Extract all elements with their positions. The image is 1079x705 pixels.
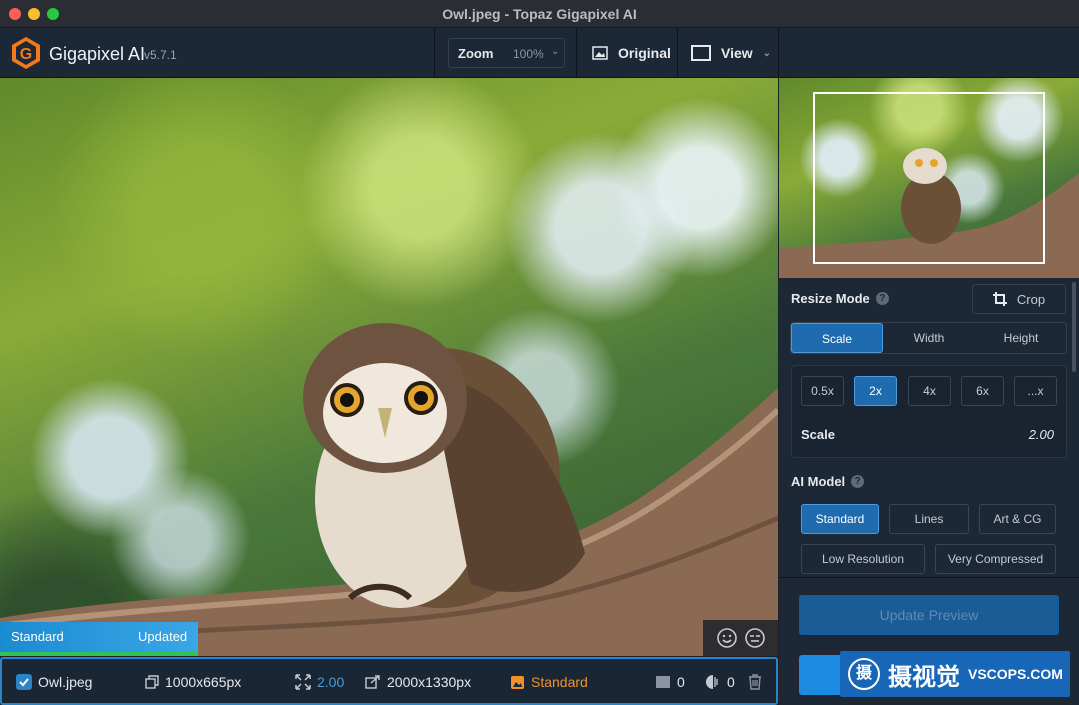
resize-mode-label: Resize Mode: [791, 291, 870, 306]
tab-height[interactable]: Height: [975, 323, 1067, 353]
resize-mode-heading: Resize Mode ?: [791, 291, 889, 306]
smile-face-icon[interactable]: [716, 627, 738, 649]
watermark-logo: 摄: [848, 658, 880, 690]
crop-label: Crop: [1016, 291, 1046, 307]
panel-scrollbar[interactable]: [1072, 282, 1076, 372]
help-icon[interactable]: ?: [875, 292, 889, 305]
app-name: Gigapixel AI: [49, 44, 146, 64]
input-size: 1000x665px: [145, 674, 241, 690]
file-name: Owl.jpeg: [38, 674, 93, 690]
model-badge-label: Standard: [11, 629, 64, 644]
trash-icon: [749, 674, 761, 690]
input-dimensions-icon: [145, 675, 159, 689]
input-size-value: 1000x665px: [165, 674, 242, 690]
toolbar-divider: [778, 28, 779, 78]
toolbar-divider: [677, 28, 678, 78]
preview-status-badge: Standard Updated: [0, 622, 198, 656]
view-button[interactable]: View ⌄: [691, 42, 771, 64]
crop-button[interactable]: Crop: [972, 284, 1066, 314]
file-checkbox[interactable]: [16, 674, 32, 690]
scale-label: Scale: [801, 427, 835, 442]
model-low-resolution-button[interactable]: Low Resolution: [801, 544, 925, 574]
model-image-icon: [511, 675, 524, 689]
viewport-frame[interactable]: [813, 92, 1045, 264]
zoom-select[interactable]: Zoom 100% ⌄: [448, 38, 565, 68]
delete-button[interactable]: [748, 674, 762, 690]
scale-value-input[interactable]: 2.00: [1029, 427, 1054, 442]
single-view-icon: [691, 45, 711, 61]
tab-width[interactable]: Width: [883, 323, 975, 353]
noise-value: 0: [677, 674, 685, 690]
toolbar-divider: [434, 28, 435, 78]
tab-scale[interactable]: Scale: [791, 323, 883, 353]
scale-0-5x-button[interactable]: 0.5x: [801, 376, 844, 406]
noise-info: 0: [655, 674, 685, 690]
app-header: G Gigapixel AI v5.7.1 Zoom 100% ⌄ Origin…: [0, 28, 1079, 78]
svg-text:G: G: [20, 46, 32, 63]
blur-value: 0: [727, 674, 735, 690]
scale-custom-button[interactable]: ...x: [1014, 376, 1057, 406]
help-icon[interactable]: ?: [851, 475, 865, 488]
view-label: View: [721, 45, 753, 61]
app-version: v5.7.1: [144, 48, 177, 62]
preview-canvas[interactable]: [0, 78, 778, 656]
settings-panel: Resize Mode ? Crop Scale Width Height 0.…: [779, 278, 1079, 705]
face-toolbar: [703, 620, 778, 656]
output-size: 2000x1330px: [365, 674, 471, 690]
toolbar-divider: [576, 28, 577, 78]
ai-model-heading: AI Model ?: [791, 474, 865, 489]
zoom-label: Zoom: [458, 46, 494, 61]
noise-icon: [656, 676, 670, 688]
progress-indicator: [0, 652, 198, 656]
model-value: Standard: [531, 674, 588, 690]
model-art-cg-button[interactable]: Art & CG: [979, 504, 1056, 534]
watermark-url: VSCOPS.COM: [968, 666, 1063, 682]
model-very-compressed-button[interactable]: Very Compressed: [935, 544, 1056, 574]
output-dimensions-icon: [365, 675, 380, 689]
blur-info: 0: [705, 674, 735, 690]
model-lines-button[interactable]: Lines: [889, 504, 969, 534]
file-row[interactable]: Owl.jpeg 1000x665px 2.00 2000x1330px Sta…: [0, 657, 778, 705]
window-title: Owl.jpeg - Topaz Gigapixel AI: [442, 6, 637, 22]
resize-mode-tabs: Scale Width Height: [790, 322, 1067, 354]
model-info: Standard: [510, 674, 588, 690]
model-standard-button[interactable]: Standard: [801, 504, 879, 534]
crop-icon: [992, 292, 1007, 306]
chevron-down-icon: ⌄: [762, 47, 772, 59]
zoom-value: 100%: [513, 47, 544, 61]
window-titlebar: Owl.jpeg - Topaz Gigapixel AI: [0, 0, 1079, 28]
scale-6x-button[interactable]: 6x: [961, 376, 1004, 406]
scale-info: 2.00: [295, 674, 344, 690]
blur-icon: [706, 675, 718, 689]
expand-arrows-icon: [295, 674, 311, 690]
scale-value: 2.00: [317, 674, 345, 690]
site-watermark: 摄 摄视觉 VSCOPS.COM: [840, 651, 1070, 697]
image-icon: [592, 46, 608, 60]
original-button[interactable]: Original: [592, 42, 671, 64]
panel-divider: [779, 577, 1079, 578]
scale-2x-button[interactable]: 2x: [854, 376, 897, 406]
output-size-value: 2000x1330px: [387, 674, 472, 690]
original-label: Original: [618, 45, 671, 61]
ai-model-label: AI Model: [791, 474, 846, 489]
navigator-thumbnail[interactable]: [779, 78, 1079, 278]
watermark-text: 摄视觉: [888, 663, 960, 691]
gigapixel-logo-icon: G: [12, 37, 40, 69]
owl-photo: [0, 323, 778, 656]
check-icon: [19, 678, 29, 687]
neutral-face-icon[interactable]: [744, 627, 766, 649]
file-select[interactable]: Owl.jpeg: [16, 674, 92, 690]
update-preview-button[interactable]: Update Preview: [799, 595, 1059, 635]
updated-badge-label: Updated: [138, 629, 188, 644]
scale-4x-button[interactable]: 4x: [908, 376, 951, 406]
chevron-down-icon: ⌄: [551, 46, 560, 57]
scale-options: 0.5x 2x 4x 6x ...x Scale 2.00: [791, 365, 1067, 458]
